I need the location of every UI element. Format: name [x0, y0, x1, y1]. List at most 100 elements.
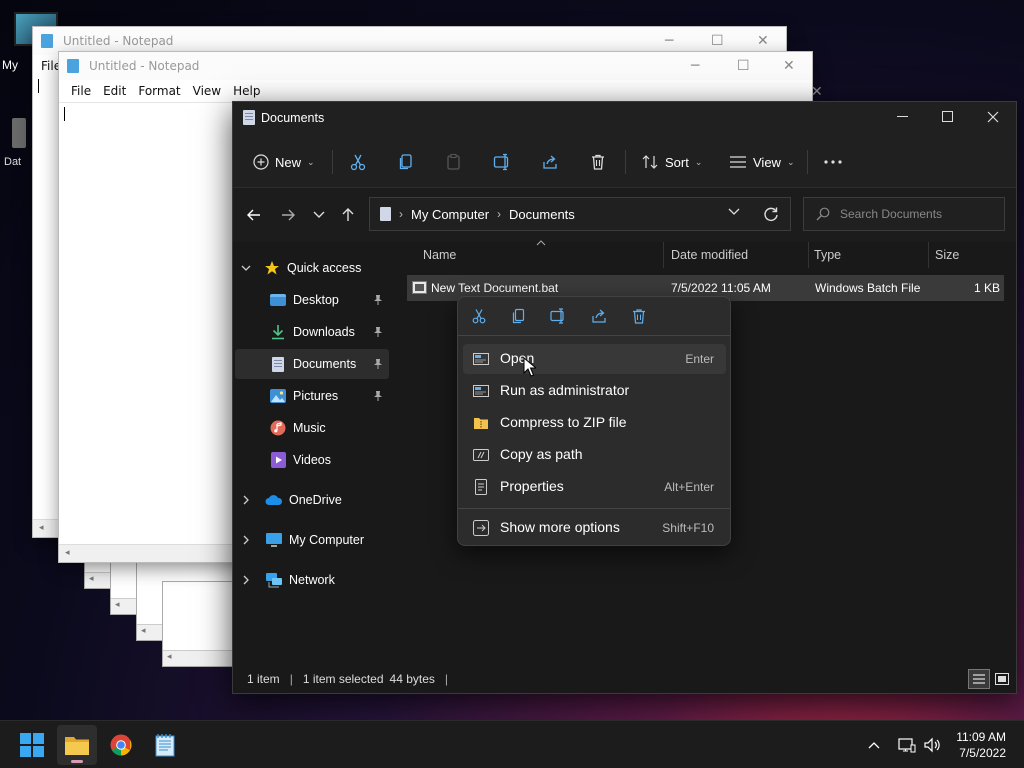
context-rename-button[interactable] [548, 305, 570, 327]
context-copy-button[interactable] [508, 305, 530, 327]
context-share-button[interactable] [588, 305, 610, 327]
menu-view[interactable]: View [187, 84, 227, 98]
address-history-button[interactable] [728, 208, 740, 216]
nav-label: Pictures [293, 389, 339, 403]
maximize-button[interactable]: ☐ [737, 58, 750, 74]
chevron-down-icon: ⌄ [786, 156, 795, 167]
tiles-view-button[interactable] [991, 669, 1013, 689]
menu-format[interactable]: Format [132, 84, 186, 98]
menu-item-compress-zip[interactable]: Compress to ZIP file [463, 408, 726, 438]
status-divider: | [444, 672, 449, 686]
menu-item-shortcut: Enter [685, 352, 714, 366]
taskbar-notepad[interactable] [145, 725, 185, 765]
more-options-button[interactable] [823, 146, 843, 178]
taskbar-chrome[interactable] [101, 725, 141, 765]
details-view-button[interactable] [968, 669, 990, 689]
nav-item-documents[interactable]: Documents [235, 349, 389, 379]
volume-icon[interactable] [924, 737, 942, 753]
copy-button[interactable] [397, 146, 415, 178]
recent-locations-button[interactable] [306, 202, 332, 228]
nav-network[interactable]: Network [235, 565, 389, 595]
documents-folder-icon [269, 355, 287, 373]
taskbar: 11:09 AM 7/5/2022 [0, 720, 1024, 768]
text-cursor [64, 107, 65, 121]
clock-date: 7/5/2022 [959, 746, 1006, 760]
search-placeholder: Search Documents [840, 207, 943, 221]
pin-icon[interactable] [373, 358, 383, 369]
menu-divider [458, 508, 730, 509]
rename-button[interactable] [493, 146, 513, 178]
minimize-button[interactable]: ─ [665, 33, 673, 49]
column-header-size[interactable]: Size [935, 242, 959, 268]
menu-edit[interactable]: Edit [97, 84, 132, 98]
column-divider[interactable] [663, 242, 664, 268]
search-input[interactable]: Search Documents [803, 197, 1005, 231]
file-size: 1 KB [973, 281, 1000, 295]
sort-button[interactable]: Sort ⌄ [641, 146, 702, 178]
paste-button[interactable] [445, 146, 463, 178]
nav-item-downloads[interactable]: Downloads [235, 317, 389, 347]
menu-file[interactable]: File [65, 84, 97, 98]
pin-icon[interactable] [373, 326, 383, 337]
context-menu: Open Enter Run as administrator Compress… [457, 296, 731, 546]
menu-help[interactable]: Help [227, 84, 266, 98]
menu-item-show-more-options[interactable]: Show more options Shift+F10 [463, 513, 726, 543]
minimize-button[interactable] [880, 102, 926, 132]
nav-my-computer[interactable]: My Computer [235, 525, 389, 555]
nav-onedrive[interactable]: OneDrive [235, 485, 389, 515]
nav-quick-access[interactable]: Quick access [235, 253, 389, 283]
forward-button[interactable] [275, 202, 301, 228]
close-button[interactable] [970, 102, 1016, 132]
new-button[interactable]: New ⌄ [253, 146, 315, 178]
music-folder-icon [269, 419, 287, 437]
context-delete-button[interactable] [628, 305, 650, 327]
column-divider[interactable] [928, 242, 929, 268]
delete-icon [633, 309, 645, 324]
start-button[interactable] [12, 725, 52, 765]
network-tray-icon[interactable] [898, 737, 916, 753]
column-header-type[interactable]: Type [814, 242, 841, 268]
up-button[interactable] [335, 202, 361, 228]
minimize-button[interactable]: ─ [691, 58, 699, 74]
show-hidden-icons-button[interactable] [868, 741, 880, 749]
nav-item-music[interactable]: Music [235, 413, 389, 443]
system-clock[interactable]: 11:09 AM 7/5/2022 [956, 729, 1006, 761]
nav-item-desktop[interactable]: Desktop [235, 285, 389, 315]
nav-item-pictures[interactable]: Pictures [235, 381, 389, 411]
context-cut-button[interactable] [468, 305, 490, 327]
arrow-up-icon [342, 208, 354, 221]
maximize-button[interactable]: ☐ [711, 33, 724, 49]
documents-folder-icon [380, 207, 391, 221]
back-button[interactable] [241, 202, 267, 228]
breadcrumb-my-computer[interactable]: My Computer [411, 207, 489, 222]
cut-icon [472, 309, 486, 324]
view-button[interactable]: View ⌄ [729, 146, 795, 178]
taskbar-file-explorer[interactable] [57, 725, 97, 765]
menu-item-properties[interactable]: Properties Alt+Enter [463, 472, 726, 502]
menu-item-open[interactable]: Open Enter [463, 344, 726, 374]
pin-icon[interactable] [373, 294, 383, 305]
admin-window-icon [473, 385, 489, 397]
share-button[interactable] [541, 146, 559, 178]
address-bar[interactable]: › My Computer › Documents [369, 197, 791, 231]
breadcrumb-documents[interactable]: Documents [509, 207, 575, 222]
refresh-button[interactable] [763, 206, 779, 222]
close-button[interactable]: ✕ [757, 33, 769, 49]
maximize-button[interactable] [925, 102, 971, 132]
column-header-name[interactable]: Name [423, 242, 456, 268]
menu-item-label: Run as administrator [500, 382, 630, 398]
cut-button[interactable] [349, 146, 367, 178]
pin-icon[interactable] [373, 390, 383, 401]
desktop-icon-data[interactable]: Dat [4, 112, 32, 172]
breadcrumb-separator-icon: › [399, 207, 403, 221]
nav-item-videos[interactable]: Videos [235, 445, 389, 475]
pictures-folder-icon [269, 387, 287, 405]
column-header-date-modified[interactable]: Date modified [671, 242, 748, 268]
view-list-icon [730, 156, 746, 168]
column-divider[interactable] [808, 242, 809, 268]
menu-item-run-as-administrator[interactable]: Run as administrator [463, 376, 726, 406]
delete-button[interactable] [589, 146, 607, 178]
close-button[interactable]: ✕ [783, 58, 795, 74]
menu-item-copy-as-path[interactable]: Copy as path [463, 440, 726, 470]
title-bar[interactable]: Documents [233, 102, 1016, 134]
